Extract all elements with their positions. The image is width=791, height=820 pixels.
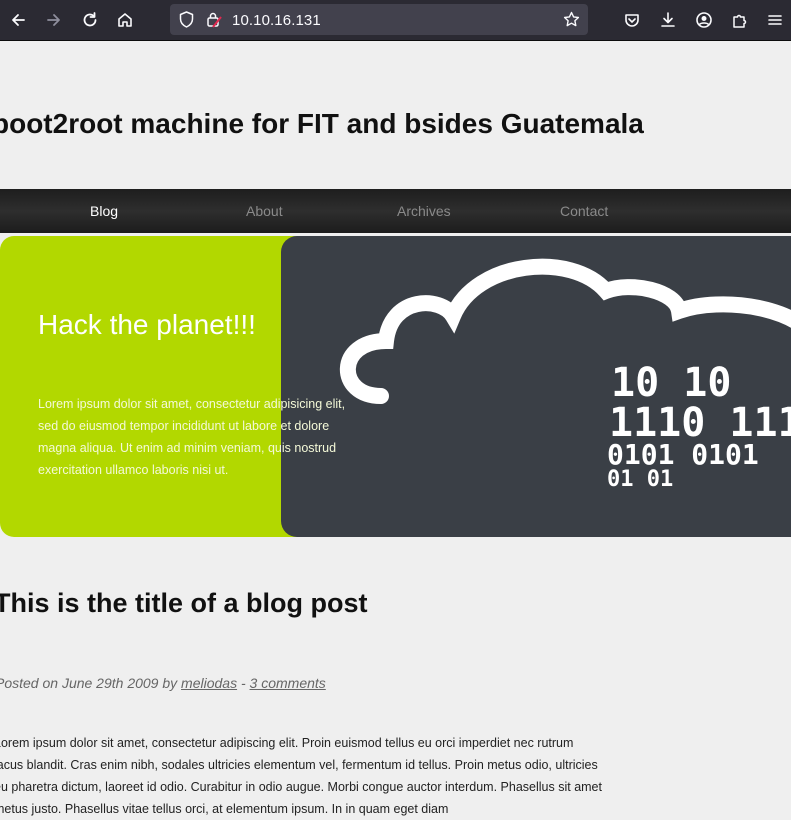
post-meta-separator: - xyxy=(240,675,246,691)
nav-item-blog[interactable]: Blog xyxy=(90,203,118,219)
post-meta: Posted on June 29th 2009 by meliodas - 3… xyxy=(0,675,326,691)
browser-toolbar: 10.10.16.131 xyxy=(0,0,791,41)
nav-item-contact[interactable]: Contact xyxy=(560,203,608,219)
post-meta-prefix: Posted on June 29th 2009 by xyxy=(0,675,178,691)
reload-icon[interactable] xyxy=(76,6,104,34)
forward-icon[interactable] xyxy=(40,6,68,34)
post-body: Lorem ipsum dolor sit amet, consectetur … xyxy=(0,736,602,816)
hero-image-panel: 10 10 1110 1110 0101 0101 01 01 xyxy=(281,236,791,537)
nav-item-about[interactable]: About xyxy=(246,203,283,219)
nav-item-archives[interactable]: Archives xyxy=(397,203,451,219)
url-bar[interactable]: 10.10.16.131 xyxy=(170,4,588,35)
back-icon[interactable] xyxy=(4,6,32,34)
url-text[interactable]: 10.10.16.131 xyxy=(232,12,321,29)
binary-row-4: 01 01 xyxy=(607,467,673,492)
post-title[interactable]: This is the title of a blog post xyxy=(0,588,368,619)
lock-warning-icon[interactable] xyxy=(204,10,223,29)
star-icon[interactable] xyxy=(562,10,581,29)
hero-heading: Hack the planet!!! xyxy=(38,309,256,340)
hero-text: Lorem ipsum dolor sit amet, consectetur … xyxy=(38,397,346,477)
download-icon[interactable] xyxy=(654,6,682,34)
extensions-icon[interactable] xyxy=(726,6,754,34)
pocket-icon[interactable] xyxy=(618,6,646,34)
menu-icon[interactable] xyxy=(761,6,789,34)
post-author-link[interactable]: meliodas xyxy=(181,675,237,691)
shield-icon[interactable] xyxy=(177,10,196,29)
home-icon[interactable] xyxy=(111,6,139,34)
main-nav: Blog About Archives Contact xyxy=(0,189,791,233)
account-icon[interactable] xyxy=(690,6,718,34)
post-comments-link[interactable]: 3 comments xyxy=(250,675,326,691)
site-title: boot2root machine for FIT and bsides Gua… xyxy=(0,108,644,139)
cloud-binary-icon: 10 10 1110 1110 0101 0101 01 01 xyxy=(339,258,791,492)
hero-banner: 10 10 1110 1110 0101 0101 01 01 Hack the… xyxy=(0,236,791,537)
